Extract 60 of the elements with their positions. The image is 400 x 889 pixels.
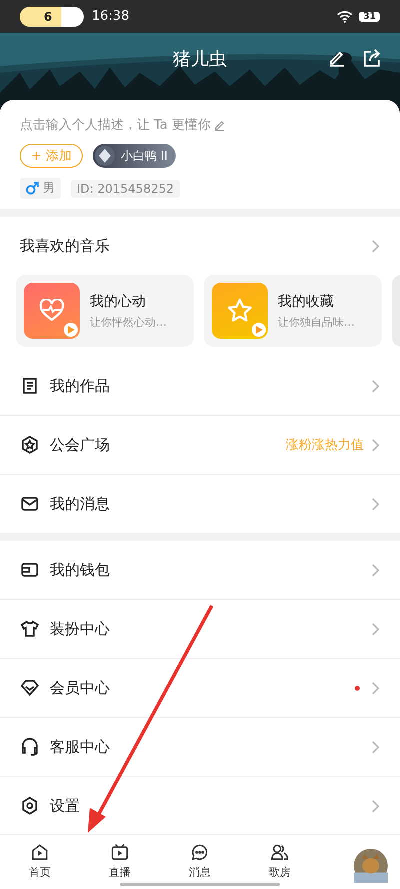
playlist-card[interactable]: 我的收藏 让你独自品味… <box>204 275 382 347</box>
chevron-icon <box>372 498 380 510</box>
tab-button[interactable]: 消息 <box>160 835 240 881</box>
playlist-title: 我的收藏 <box>278 292 335 310</box>
menu-label: 设置 <box>50 796 80 816</box>
gender-tag: 男 <box>20 178 61 199</box>
chevron-icon <box>372 438 380 452</box>
promo-note: 涨粉涨热力值 <box>286 437 364 454</box>
works-icon <box>20 376 40 396</box>
tab-button[interactable]: 直播 <box>80 835 160 881</box>
shirt-icon <box>20 619 40 639</box>
wallet-icon <box>20 560 40 580</box>
share-icon <box>362 49 382 69</box>
chevron-icon <box>372 682 380 694</box>
menu-label: 装扮中心 <box>50 620 110 638</box>
tab-button[interactable]: 歌房 <box>240 835 320 881</box>
menu-item[interactable]: 客服中心 <box>0 717 400 776</box>
menu-label: 我的消息 <box>50 494 110 514</box>
wifi-icon <box>337 10 354 22</box>
page-title: 猪儿虫 <box>173 48 227 71</box>
pencil-icon <box>214 120 226 130</box>
cover-icon <box>24 283 80 339</box>
menu-item[interactable]: 装扮中心 <box>0 599 400 658</box>
clock-time: 16:38 <box>92 9 130 24</box>
playlist-card[interactable]: 我的心动 让你怦然心动… <box>16 275 194 347</box>
menu-label: 客服中心 <box>50 738 110 756</box>
guild-icon <box>20 435 40 455</box>
playlist-subtitle: 让你怦然心动… <box>90 314 167 330</box>
status-badge: 6 <box>20 6 84 26</box>
male-icon <box>26 182 39 195</box>
section-row[interactable]: 我喜欢的音乐 <box>0 217 400 275</box>
section-title: 我喜欢的音乐 <box>20 236 110 256</box>
menu-label: 公会广场 <box>50 436 110 454</box>
mail-icon <box>20 494 40 514</box>
chevron-icon <box>372 380 380 392</box>
user-id: ID: 2015458252 <box>71 180 180 198</box>
menu-item[interactable]: 会员中心 <box>0 658 400 717</box>
chevron-icon <box>372 564 380 576</box>
chevron-icon <box>372 240 380 252</box>
tab-button[interactable]: 首页 <box>0 835 80 881</box>
chevron-icon <box>372 740 380 754</box>
menu-item[interactable]: 公会广场 涨粉涨热力值 <box>0 415 400 474</box>
menu-item[interactable]: 我的钱包 <box>0 541 400 599</box>
chevron-icon <box>372 800 380 812</box>
menu-label: 会员中心 <box>50 678 110 698</box>
vip-icon <box>20 678 40 698</box>
menu-item[interactable]: 我的作品 <box>0 357 400 415</box>
menu-label: 我的钱包 <box>50 560 110 580</box>
cover-icon <box>212 283 268 339</box>
tv-icon <box>109 843 131 862</box>
service-icon <box>20 737 40 757</box>
playlist-title: 我的心动 <box>90 292 147 310</box>
playlist-subtitle: 让你独自品味… <box>278 314 355 330</box>
gear-icon <box>20 796 40 816</box>
people-icon <box>269 843 291 862</box>
battery-level: 31 <box>359 12 380 22</box>
chevron-icon <box>372 622 380 636</box>
menu-label: 我的作品 <box>50 376 110 396</box>
level-badge[interactable]: 小白鸭 II <box>93 144 176 168</box>
pencil-icon <box>328 49 346 67</box>
